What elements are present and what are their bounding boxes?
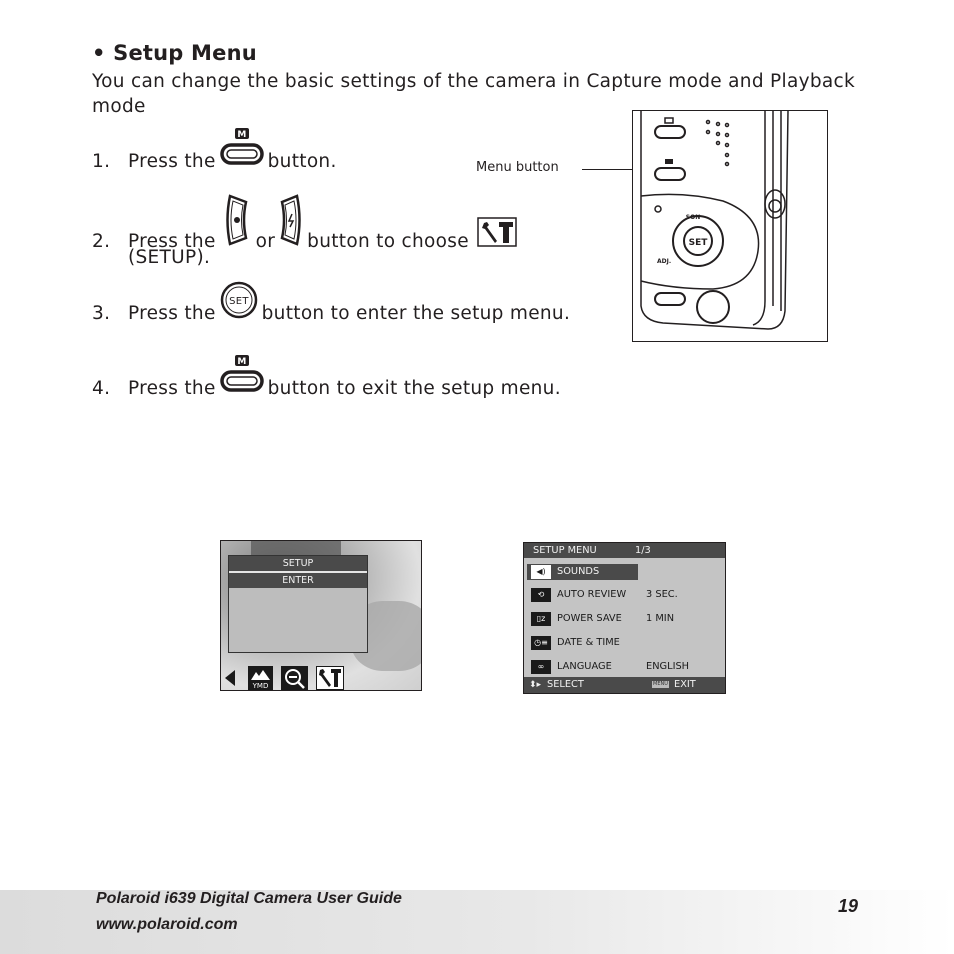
- setup-tools-icon: [477, 217, 517, 252]
- step-3: 3. Press the SET button to enter the set…: [92, 281, 570, 324]
- setup-menu-footer: ⬍▸ SELECT MENU EXIT: [524, 677, 725, 693]
- lcd-capture-screen: SETUP ENTER YMD: [220, 540, 422, 691]
- set-button-icon: SET: [220, 281, 258, 324]
- step-number: 3.: [92, 303, 111, 324]
- speaker-icon: ◀): [531, 565, 551, 579]
- setup-menu-header: SETUP MENU 1/3: [524, 543, 725, 558]
- step-4: 4. Press the M button to exit the setup …: [92, 354, 561, 399]
- step-text: Press the: [128, 303, 216, 324]
- setup-tools-icon[interactable]: [316, 666, 344, 690]
- step-text-after: button to choose: [307, 231, 469, 252]
- step-number: 1.: [92, 151, 111, 172]
- select-label: SELECT: [547, 679, 584, 690]
- section-title: • Setup Menu: [92, 41, 257, 65]
- menu-row-language[interactable]: ∞ LANGUAGE ENGLISH: [524, 659, 724, 675]
- setup-panel: SETUP ENTER: [228, 555, 368, 653]
- menu-button-icon: M: [219, 354, 264, 399]
- footer-guide-title: Polaroid i639 Digital Camera User Guide: [96, 890, 402, 907]
- menu-badge: M: [237, 130, 246, 140]
- select-arrows-icon: ⬍▸: [529, 680, 542, 690]
- page-indicator: 1/3: [635, 545, 651, 556]
- menu-row-auto-review[interactable]: ⟲ AUTO REVIEW 3 SEC.: [524, 587, 724, 603]
- step-text-after: button to enter the setup menu.: [261, 303, 571, 324]
- menu-badge-icon: MENU: [652, 681, 669, 688]
- auto-review-icon: ⟲: [531, 588, 551, 602]
- menu-row-sounds[interactable]: ◀) SOUNDS: [524, 564, 724, 580]
- menu-row-power-save[interactable]: ▯z POWER SAVE 1 MIN: [524, 611, 724, 627]
- step-2-continuation: (SETUP).: [128, 247, 211, 268]
- menu-badge: M: [237, 357, 246, 367]
- exit-label[interactable]: EXIT: [674, 677, 696, 693]
- step-1: 1. Press the M button.: [92, 127, 337, 172]
- setup-menu-title: SETUP MENU: [533, 545, 597, 556]
- step-2: 2. Press the or button to choose: [92, 193, 521, 252]
- left-arrow-button-icon: [224, 193, 252, 252]
- step-text-after: button.: [267, 151, 337, 172]
- step-number: 2.: [92, 231, 111, 252]
- menu-button-callout: Menu button: [476, 160, 559, 175]
- son-label: SON: [686, 214, 700, 221]
- right-arrow-button-icon: [279, 193, 303, 252]
- step-text-or: or: [255, 231, 276, 252]
- footer-url[interactable]: www.polaroid.com: [96, 916, 238, 934]
- language-icon: ∞: [531, 660, 551, 674]
- set-label: SET: [689, 238, 709, 248]
- lcd-icon-bar: YMD: [221, 664, 421, 690]
- zoom-out-icon[interactable]: [281, 666, 308, 690]
- step-text: Press the: [128, 378, 216, 399]
- svg-text:YMD: YMD: [252, 682, 269, 690]
- step-text: Press the: [128, 151, 216, 172]
- step-text-after: button to exit the setup menu.: [267, 378, 561, 399]
- adj-label: ADJ.: [657, 258, 671, 265]
- lcd-setup-menu-screen: SETUP MENU 1/3 ◀) SOUNDS ⟲ AUTO REVIEW 3…: [523, 542, 726, 694]
- set-label: SET: [229, 296, 249, 307]
- menu-row-date-time[interactable]: ◷≡ DATE & TIME: [524, 635, 724, 651]
- date-time-icon: ◷≡: [531, 636, 551, 650]
- step-number: 4.: [92, 378, 111, 399]
- camera-illustration: SET SON ADJ.: [632, 110, 828, 342]
- setup-panel-title: SETUP: [229, 556, 367, 571]
- date-stamp-icon[interactable]: YMD: [248, 666, 273, 690]
- menu-button-icon: M: [219, 127, 264, 172]
- setup-enter-item[interactable]: ENTER: [229, 573, 367, 588]
- power-save-icon: ▯z: [531, 612, 551, 626]
- page-number: 19: [838, 896, 859, 916]
- left-arrow-icon[interactable]: [223, 666, 237, 690]
